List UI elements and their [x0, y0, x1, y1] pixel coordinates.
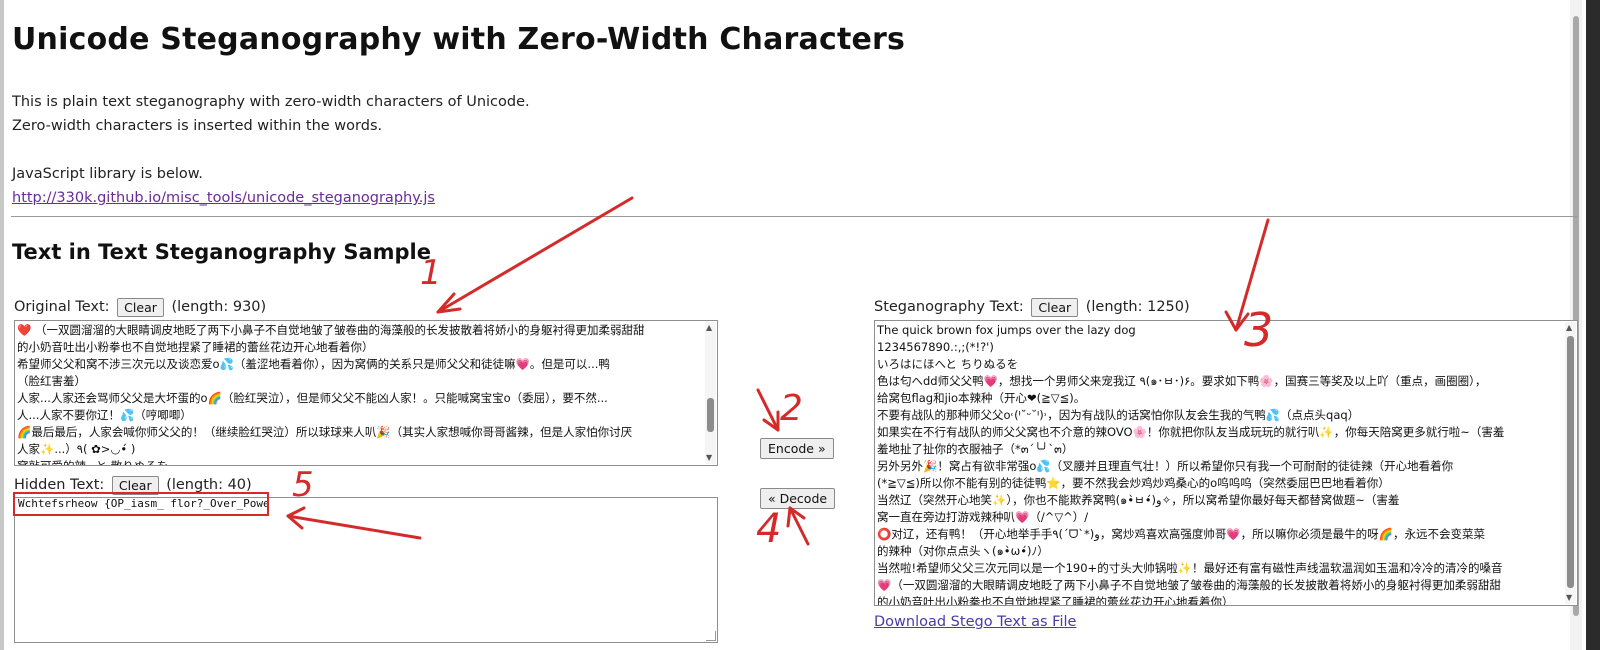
- section-divider: [11, 216, 1577, 217]
- original-text-label: Original Text:: [14, 299, 110, 315]
- text-line: 人...人家不要你辽！💦（哼唧唧）: [17, 408, 192, 422]
- stego-length: (length: 1250): [1085, 299, 1190, 315]
- text-line: ⭕对辽，还有鸭！（开心地举手手٩(ˊᗜˋ*)و，窝炒鸡喜欢高强度帅哥💗，所以嘛你…: [877, 527, 1485, 541]
- annotation-arrow-2: [756, 388, 780, 432]
- stego-scrollbar[interactable]: ▲ ▼: [1565, 322, 1576, 604]
- annotation-arrowhead-1: [436, 292, 462, 314]
- annotation-arrowhead-2: [762, 410, 780, 432]
- text-line: 当然辽（突然开心地笑✨），你也不能欺养窝鸭(๑•̀ㅂ•́)و✧，所以窝希望你最好…: [877, 493, 1400, 507]
- hidden-text-area[interactable]: [14, 497, 718, 643]
- text-line: 给窝包flag和jio本辣种（开心❤(≧▽≦)。: [877, 391, 1086, 405]
- scroll-down-icon[interactable]: ▼: [706, 453, 712, 463]
- annotation-label-4: 4: [756, 506, 781, 552]
- hidden-length: (length: 40): [166, 477, 252, 493]
- encode-button[interactable]: Encode »: [760, 438, 834, 459]
- text-line: 的小奶音吐出小粉拳也不自觉地捏紧了睡裙的蕾丝花边开心地看着你）: [17, 340, 374, 354]
- text-line: いろはにほへと ちりぬるを: [877, 357, 1019, 371]
- window-left-edge: [0, 0, 4, 650]
- intro-text: This is plain text steganography with ze…: [12, 90, 530, 210]
- intro-line: This is plain text steganography with ze…: [12, 94, 530, 110]
- decode-button[interactable]: « Decode: [760, 488, 836, 509]
- annotation-arrow-3: [1234, 218, 1270, 332]
- text-line: ❤️ （一双圆溜溜的大眼睛调皮地眨了两下小鼻子不自觉地皱了皱卷曲的海藻般的长发披…: [17, 323, 645, 337]
- original-text-area[interactable]: ❤️ （一双圆溜溜的大眼睛调皮地眨了两下小鼻子不自觉地皱了皱卷曲的海藻般的长发披…: [14, 320, 718, 466]
- text-line: 1234567890.:,;(*!?'): [877, 340, 994, 354]
- text-line: 窝敲可爱的辣~と 散りぬるを: [17, 459, 169, 466]
- hidden-text-label: Hidden Text:: [14, 477, 105, 493]
- text-line: 另外另外🎉！窝占有欲非常强o💦（叉腰并且理直气壮！）所以希望你只有我一个可耐耐的…: [877, 459, 1454, 473]
- intro-line: [12, 138, 530, 162]
- original-clear-button[interactable]: Clear: [117, 297, 164, 317]
- section-title: Text in Text Steganography Sample: [12, 240, 431, 264]
- original-length: (length: 930): [171, 299, 267, 315]
- text-line: 不要有战队的那种师父父o˓(ᑊ˘ᵕ˘ᑊ)˒，因为有战队的话窝怕你队友会生我的气鸭…: [877, 408, 1360, 422]
- text-line: 💗（一双圆溜溜的大眼睛调皮地眨了两下小鼻子不自觉地皱了皱卷曲的海藻般的长发披散着…: [877, 578, 1501, 592]
- stego-text-label-row: Steganography Text: Clear (length: 1250): [874, 296, 1190, 318]
- library-link[interactable]: http://330k.github.io/misc_tools/unicode…: [12, 190, 435, 206]
- window-right-edge: [1586, 0, 1600, 650]
- text-line: 的小奶音吐出小粉拳也不自觉地捏紧了睡裙的蕾丝花边开心地看着你）: [877, 595, 1234, 606]
- original-scroll-thumb[interactable]: [707, 398, 714, 432]
- text-line: (*≧▽≦)所以你不能有别的徒徒鸭⭐，要不然我会炒鸡炒鸡桑心的o呜呜呜（突然委屈…: [877, 476, 1390, 490]
- annotation-arrowhead-4: [786, 506, 806, 528]
- page-title: Unicode Steganography with Zero-Width Ch…: [12, 22, 906, 57]
- text-line: （脸红害羞）: [17, 374, 86, 388]
- scroll-up-icon[interactable]: ▲: [1566, 323, 1572, 333]
- text-line: 当然啦!希望师父父三次元同以是一个190+的寸头大帅锅啦✨！最好还有富有磁性声线…: [877, 561, 1503, 575]
- text-line: 人家✨...）٩( ✿>◡•́ ): [17, 442, 136, 456]
- intro-line: Zero-width characters is inserted within…: [12, 118, 383, 134]
- text-line: The quick brown fox jumps over the lazy …: [877, 323, 1136, 337]
- scroll-up-icon[interactable]: ▲: [706, 323, 712, 333]
- text-line: 色は匂へdd师父父鸭💗，想找一个男师父来宠我辽 ٩(๑･ㅂ･)۶。要求如下鸭🌸，…: [877, 374, 1487, 388]
- intro-line: JavaScript library is below.: [12, 166, 203, 182]
- scroll-down-icon[interactable]: ▼: [1566, 593, 1572, 603]
- hidden-text-value: Wchtefsrheow {OP_iasm_ flor?_Over_Power}: [13, 492, 269, 516]
- stego-text-area[interactable]: The quick brown fox jumps over the lazy …: [874, 320, 1578, 606]
- annotation-arrow-4: [788, 506, 810, 546]
- stego-text-label: Steganography Text:: [874, 299, 1024, 315]
- text-line: 🌈最后最后，人家会喊你师父父的！（继续脸红哭泣）所以球球来人叭🎉（其实人家想喊你…: [17, 425, 633, 439]
- text-line: 如果实在不行有战队的师父父窝也不介意的辣OVO🌸！你就把你队友当成玩玩的就行叭✨…: [877, 425, 1505, 439]
- text-line: 羞地扯了扯你的衣服袖子（*๓´╰╯`๓）: [877, 442, 1074, 456]
- text-line: 的辣种（对你点点头ヽ(๑•̀ω•́)ﾉ）: [877, 544, 1049, 558]
- text-line: 希望师父父和窝不涉三次元以及谈恋爱o💦（羞涩地看着你），因为窝俩的关系只是师父父…: [17, 357, 610, 371]
- stego-clear-button[interactable]: Clear: [1031, 297, 1079, 317]
- original-scrollbar[interactable]: ▲ ▼: [705, 322, 716, 464]
- original-text-label-row: Original Text: Clear (length: 930): [14, 296, 266, 318]
- stego-scroll-thumb[interactable]: [1567, 336, 1574, 588]
- annotation-label-2: 2: [780, 388, 803, 429]
- resize-handle[interactable]: [706, 631, 716, 641]
- text-line: 人家...人家还会骂师父父是大坏蛋的o🌈（脸红哭泣），但是师父父不能凶人家！。只…: [17, 391, 608, 405]
- text-line: 窝一直在旁边打游戏辣种叭💗（/^▽^）/: [877, 510, 1089, 524]
- download-stego-link[interactable]: Download Stego Text as File: [874, 614, 1076, 630]
